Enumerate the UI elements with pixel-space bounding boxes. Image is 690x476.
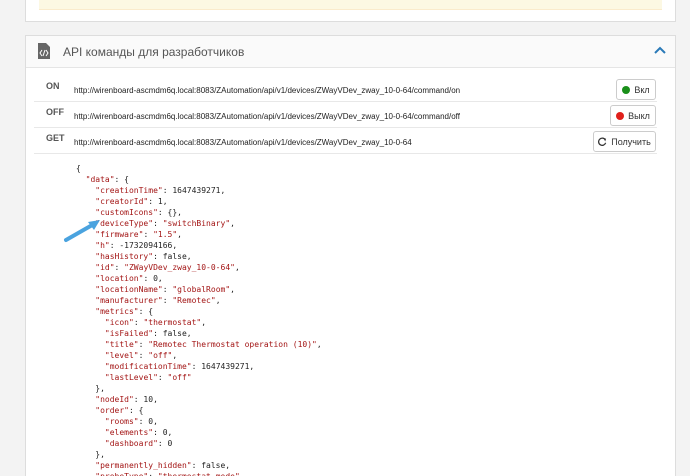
json-line: "id": "ZWayVDev_zway_10-0-64", bbox=[95, 263, 240, 272]
method-label: ON bbox=[46, 81, 60, 91]
panel-header[interactable]: API команды для разработчиков bbox=[26, 36, 675, 68]
previous-card bbox=[25, 0, 676, 22]
json-line: "metrics": { bbox=[95, 307, 154, 316]
json-line: "elements": 0, bbox=[104, 428, 173, 437]
json-response: { "data": { "creationTime": 1647439271, … bbox=[76, 163, 322, 476]
json-line: "permanently_hidden": false, bbox=[95, 461, 231, 470]
command-url[interactable]: http://wirenboard-ascmdm6q.local:8083/ZA… bbox=[74, 112, 460, 121]
code-file-icon bbox=[38, 43, 50, 59]
off-button[interactable]: Выкл bbox=[610, 105, 656, 126]
json-line: "rooms": 0, bbox=[104, 417, 158, 426]
json-line: "firmware": "1.5", bbox=[95, 230, 182, 239]
json-line: "nodeId": 10, bbox=[95, 395, 158, 404]
json-line: }, bbox=[76, 384, 105, 393]
json-line: }, bbox=[76, 450, 105, 459]
json-line: "probeType": "thermostat_mode", bbox=[76, 471, 322, 476]
command-row-get: GET http://wirenboard-ascmdm6q.local:808… bbox=[34, 128, 657, 154]
method-label: OFF bbox=[46, 107, 64, 117]
json-line: "deviceType": "switchBinary", bbox=[95, 219, 235, 228]
refresh-icon bbox=[598, 137, 607, 146]
json-line: "manufacturer": "Remotec", bbox=[95, 296, 221, 305]
json-line: "isFailed": false, bbox=[104, 329, 192, 338]
command-row-off: OFF http://wirenboard-ascmdm6q.local:808… bbox=[34, 102, 657, 128]
panel-title: API команды для разработчиков bbox=[63, 45, 245, 59]
json-line: "icon": "thermostat", bbox=[104, 318, 207, 327]
json-line: "creationTime": 1647439271, bbox=[95, 186, 226, 195]
command-row-on: ON http://wirenboard-ascmdm6q.local:8083… bbox=[34, 76, 657, 102]
json-line: "order": { bbox=[95, 406, 144, 415]
json-line: "title": "Remotec Thermostat operation (… bbox=[104, 340, 322, 349]
json-line: "location": 0, bbox=[95, 274, 163, 283]
green-dot-icon bbox=[622, 85, 631, 94]
warning-strip bbox=[39, 0, 662, 10]
json-line: "creatorId": 1, bbox=[95, 197, 168, 206]
command-url[interactable]: http://wirenboard-ascmdm6q.local:8083/ZA… bbox=[74, 138, 412, 147]
json-line: "level": "off", bbox=[104, 351, 178, 360]
chevron-up-icon[interactable] bbox=[654, 45, 666, 55]
json-line: "dashboard": 0 bbox=[104, 439, 173, 448]
annotation-arrow bbox=[64, 220, 100, 242]
command-url[interactable]: http://wirenboard-ascmdm6q.local:8083/ZA… bbox=[74, 86, 460, 95]
json-line: "data": { bbox=[85, 175, 129, 184]
json-line: "modificationTime": 1647439271, bbox=[104, 362, 255, 371]
get-button[interactable]: Получить bbox=[593, 131, 656, 152]
on-button-label: Вкл bbox=[634, 84, 650, 95]
json-line: "lastLevel": "off" bbox=[104, 373, 192, 382]
method-label: GET bbox=[46, 133, 65, 143]
json-line: "locationName": "globalRoom", bbox=[95, 285, 235, 294]
json-line: "h": -1732094166, bbox=[95, 241, 178, 250]
json-line: "hasHistory": false, bbox=[95, 252, 192, 261]
on-button[interactable]: Вкл bbox=[616, 79, 656, 100]
off-button-label: Выкл bbox=[628, 110, 650, 121]
red-dot-icon bbox=[616, 111, 625, 120]
get-button-label: Получить bbox=[611, 136, 651, 147]
json-line: { bbox=[76, 164, 81, 173]
json-line: "customIcons": {}, bbox=[95, 208, 182, 217]
